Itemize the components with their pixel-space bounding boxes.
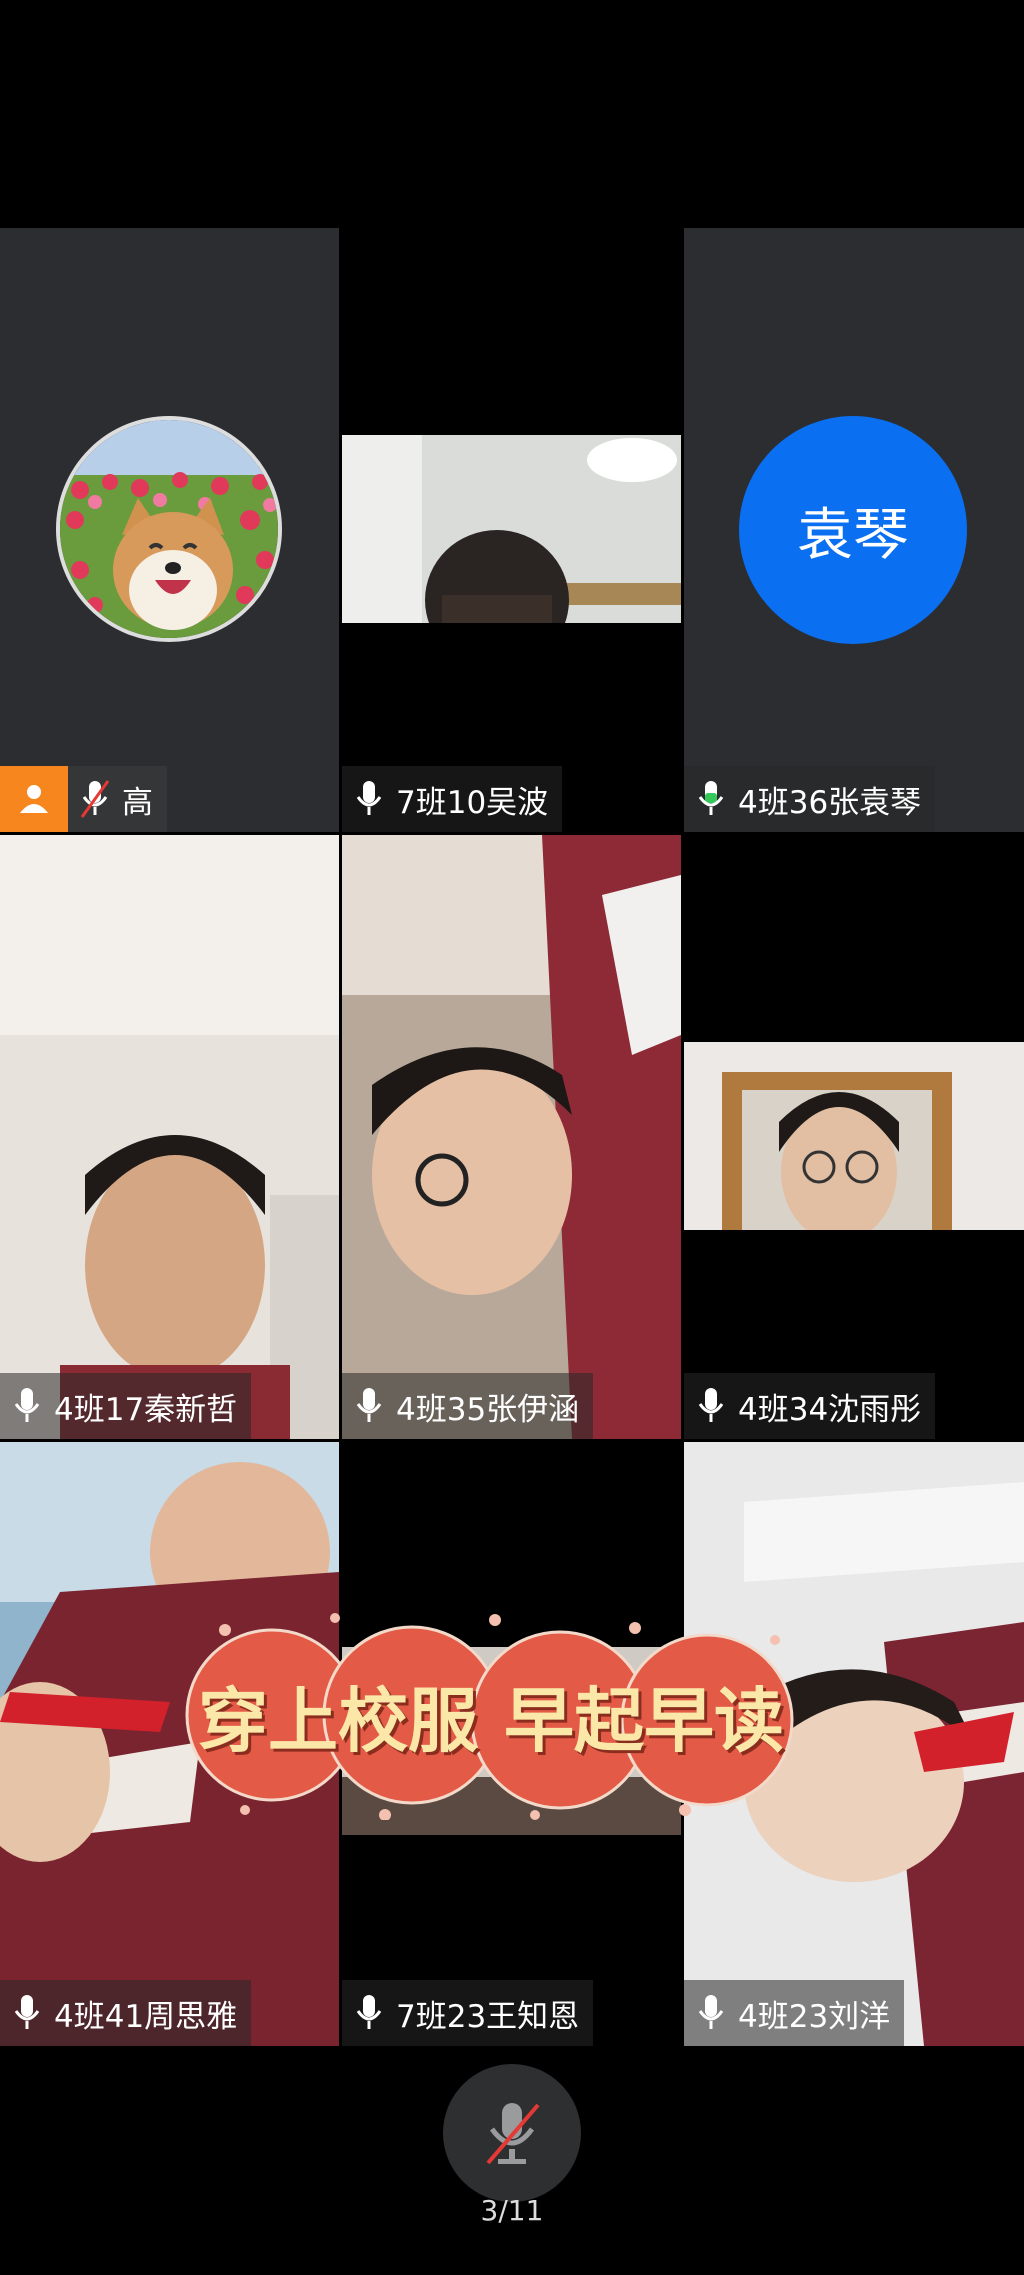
mic-icon xyxy=(352,1384,386,1428)
avatar-text: 袁琴 xyxy=(797,502,909,568)
participant-name: 4班41周思雅 xyxy=(54,1998,238,2035)
participant-label: 4班41周思雅 xyxy=(0,1980,252,2046)
participant-label: 4班36张袁琴 xyxy=(684,766,936,832)
participant-label: 高 xyxy=(68,766,167,832)
name-avatar: 袁琴 xyxy=(739,416,967,644)
participant-tile[interactable]: 7班10吴波 xyxy=(342,228,681,832)
sticker-banner: 穿上校服 早起早读 xyxy=(185,1610,797,1820)
host-badge xyxy=(0,766,68,832)
mic-icon xyxy=(10,1991,44,2035)
participant-tile[interactable]: 4班34沈雨彤 xyxy=(684,835,1024,1439)
mic-muted-icon xyxy=(78,777,112,821)
mic-icon xyxy=(694,1991,728,2035)
participant-tile[interactable]: 袁琴 4班36张袁琴 xyxy=(684,228,1024,832)
participant-tile[interactable]: 4班35张伊涵 xyxy=(342,835,681,1439)
banner-text-right: 早起早读 xyxy=(504,1679,784,1762)
mic-speaking-icon xyxy=(694,777,728,821)
mic-icon xyxy=(352,1991,386,2035)
mic-icon xyxy=(352,777,386,821)
participant-name: 4班36张袁琴 xyxy=(738,784,922,821)
shiba-avatar xyxy=(56,416,282,642)
video-feed xyxy=(342,835,681,1439)
participant-label: 4班23刘洋 xyxy=(684,1980,905,2046)
participant-label: 4班35张伊涵 xyxy=(342,1373,594,1439)
participant-label: 7班10吴波 xyxy=(342,766,563,832)
participant-name: 4班34沈雨彤 xyxy=(738,1391,922,1428)
participant-name: 7班23王知恩 xyxy=(396,1998,580,2035)
participant-name: 4班23刘洋 xyxy=(738,1998,891,2035)
participant-name: 4班35张伊涵 xyxy=(396,1391,580,1428)
mic-icon xyxy=(10,1384,44,1428)
mic-muted-icon xyxy=(486,2103,540,2165)
mic-toggle-button[interactable] xyxy=(443,2064,581,2202)
participant-label: 7班23王知恩 xyxy=(342,1980,594,2046)
person-icon xyxy=(20,785,48,813)
video-feed xyxy=(684,1042,1024,1242)
participant-tile-host[interactable]: 高 xyxy=(0,228,339,832)
video-feed xyxy=(0,835,339,1439)
participant-label: 4班17秦新哲 xyxy=(0,1373,252,1439)
mic-icon xyxy=(694,1384,728,1428)
participant-tile[interactable]: 4班17秦新哲 xyxy=(0,835,339,1439)
participant-label: 4班34沈雨彤 xyxy=(684,1373,936,1439)
video-feed xyxy=(342,435,681,670)
participant-name: 高 xyxy=(122,784,153,821)
participant-name: 7班10吴波 xyxy=(396,784,549,821)
page-indicator: 3/11 xyxy=(480,2194,544,2227)
banner-text-left: 穿上校服 xyxy=(198,1679,478,1762)
participant-name: 4班17秦新哲 xyxy=(54,1391,238,1428)
